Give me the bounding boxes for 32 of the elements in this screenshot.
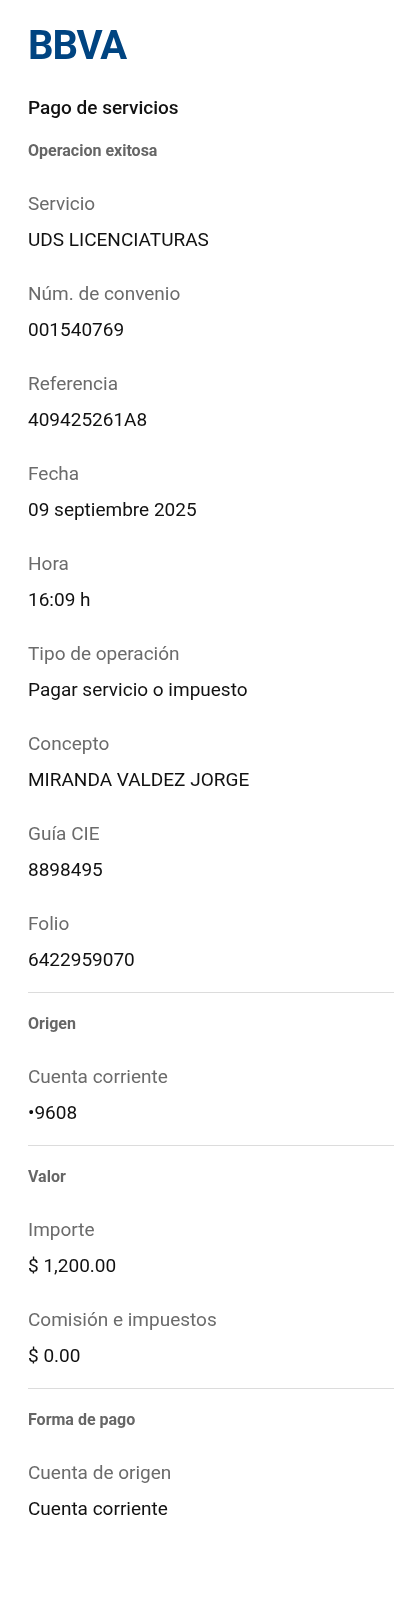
field-label: Concepto bbox=[28, 732, 111, 756]
field-label: Hora bbox=[28, 552, 70, 576]
section-heading: Valor bbox=[28, 1166, 67, 1188]
field-value: $ 1,200.00 bbox=[28, 1254, 118, 1278]
field-label: Importe bbox=[28, 1218, 96, 1242]
field-label: Fecha bbox=[28, 462, 81, 486]
field-value: 001540769 bbox=[28, 318, 126, 342]
field-label: Cuenta de origen bbox=[28, 1461, 173, 1485]
field-label: Servicio bbox=[28, 192, 97, 216]
field-value: 6422959070 bbox=[28, 948, 136, 972]
section-heading: Origen bbox=[28, 1013, 77, 1035]
field-label: Folio bbox=[28, 912, 71, 936]
bank-logo: BBVA bbox=[28, 26, 127, 66]
section-heading: Forma de pago bbox=[28, 1409, 137, 1431]
field-value: 8898495 bbox=[28, 858, 104, 882]
field-label: Cuenta corriente bbox=[28, 1065, 169, 1089]
field-value: 16:09 h bbox=[28, 588, 92, 612]
field-value: 09 septiembre 2025 bbox=[28, 498, 198, 522]
field-value: Cuenta corriente bbox=[28, 1497, 169, 1521]
field-value: •9608 bbox=[28, 1101, 79, 1125]
field-value: Pagar servicio o impuesto bbox=[28, 678, 249, 702]
field-value: UDS LICENCIATURAS bbox=[28, 228, 210, 252]
field-value: 409425261A8 bbox=[28, 408, 149, 432]
section-heading: Operacion exitosa bbox=[28, 140, 159, 162]
field-label: Tipo de operación bbox=[28, 642, 181, 666]
field-label: Referencia bbox=[28, 372, 119, 396]
field-label: Núm. de convenio bbox=[28, 282, 182, 306]
page-title: Pago de servicios bbox=[28, 96, 180, 120]
field-label: Comisión e impuestos bbox=[28, 1308, 218, 1332]
field-value: $ 0.00 bbox=[28, 1344, 82, 1368]
field-value: MIRANDA VALDEZ JORGE bbox=[28, 768, 251, 792]
field-label: Guía CIE bbox=[28, 822, 101, 846]
